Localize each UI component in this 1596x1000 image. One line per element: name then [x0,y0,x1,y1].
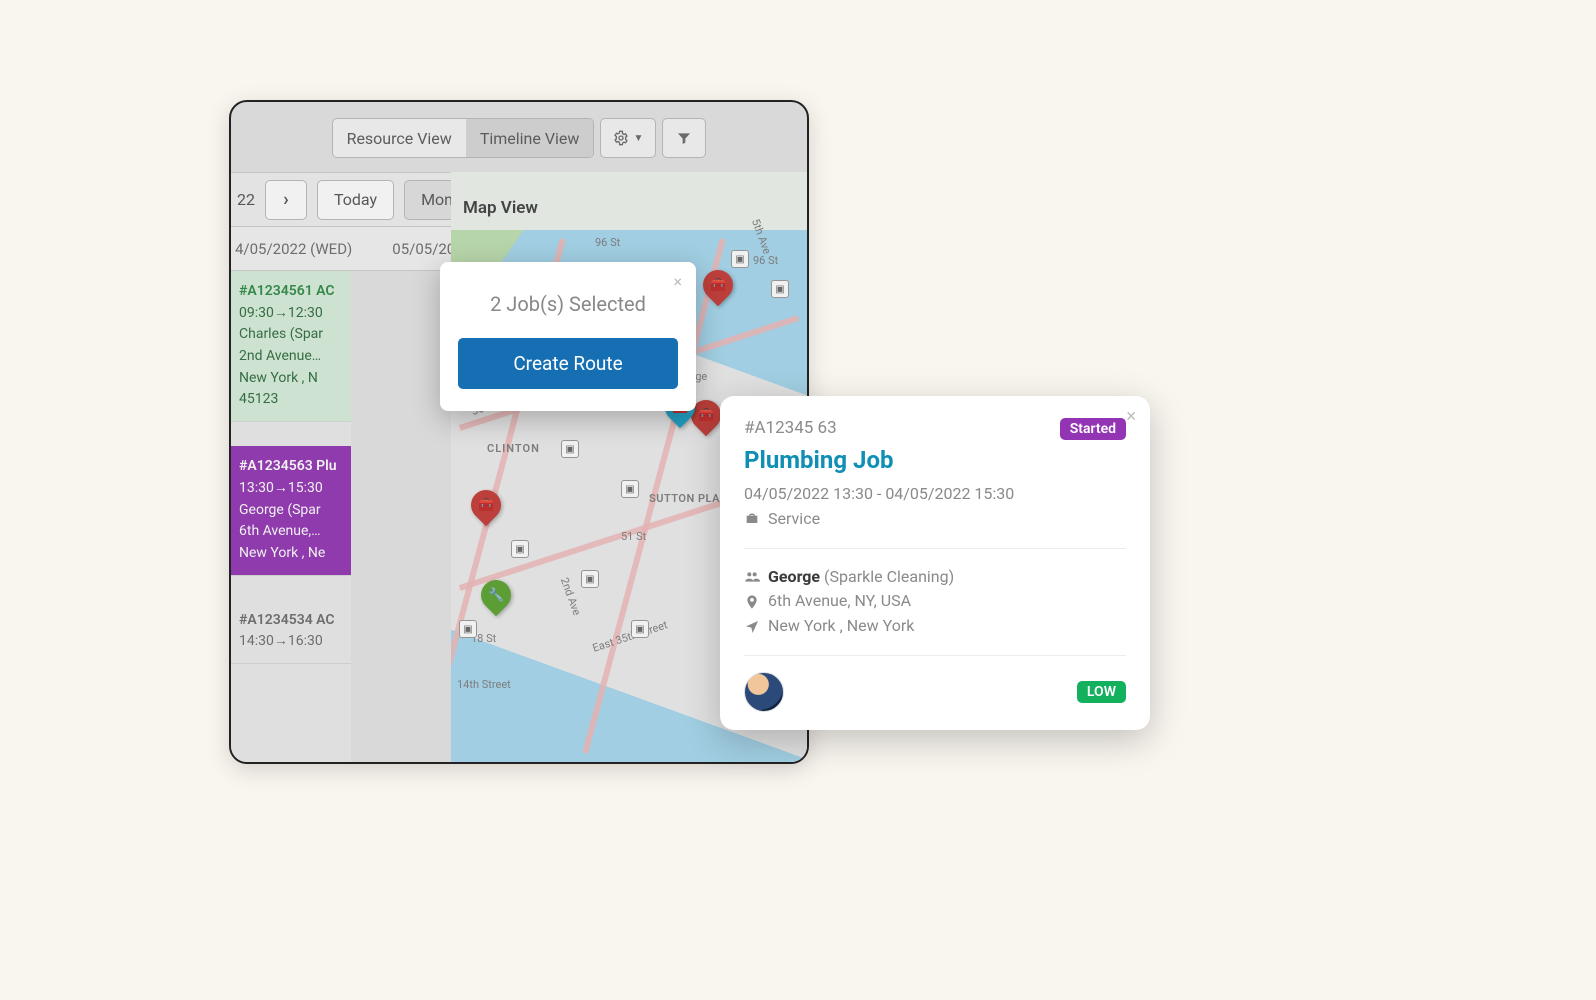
assignee-name: George [768,567,820,586]
job-sidebar: #A1234561 AC 09:30→12:30 Charles (Spar 2… [231,271,351,762]
date-col-1: 4/05/2022 (WED) [235,240,352,258]
assignee-company: (Sparkle Cleaning) [824,567,954,586]
street-label: 14th Street [457,678,511,691]
job-id: #A1234563 Plu [239,456,343,478]
job-card[interactable]: #A1234561 AC 09:30→12:30 Charles (Spar 2… [231,271,351,422]
job-id: #A1234534 AC [239,610,343,632]
street-label: 96 St [753,254,778,267]
street-label: 2nd Ave [558,576,584,617]
caret-down-icon: ▼ [633,133,643,144]
job-city: New York , N [239,368,343,390]
job-detail-card: × #A12345 63 Started Plumbing Job 04/05/… [720,396,1150,730]
transit-stop-icon: ▣ [581,570,599,588]
street-label: East 35th Street [591,618,669,654]
job-pin[interactable]: 🧰 [465,484,507,526]
avatar[interactable] [744,672,784,712]
street-label: 96 St [595,236,620,249]
briefcase-icon: 🧰 [710,278,726,293]
divider [744,655,1126,656]
close-button[interactable]: × [1126,406,1136,427]
briefcase-icon: 🧰 [478,498,494,513]
gear-icon [613,130,629,146]
transit-stop-icon: ▣ [561,440,579,458]
job-person: George (Spar [239,500,343,522]
close-icon: × [1126,406,1136,427]
priority-badge: LOW [1077,681,1126,703]
close-icon: × [673,272,682,291]
status-badge: Started [1060,418,1126,440]
date-fragment: 22 [235,190,255,209]
job-person: Charles (Spar [239,324,343,346]
map-title: Map View [463,198,538,218]
wrench-icon: 🔧 [488,588,504,603]
close-button[interactable]: × [673,272,682,291]
job-card[interactable]: #A1234534 AC 14:30→16:30 [231,600,351,664]
settings-button[interactable]: ▼ [600,118,656,158]
street-label: 5th Ave [749,217,774,256]
job-address: 6th Avenue,… [239,521,343,543]
location-arrow-icon [744,619,760,635]
job-type: Service [768,507,820,532]
transit-stop-icon: ▣ [511,540,529,558]
job-time: 14:30→16:30 [239,631,343,653]
transit-stop-icon: ▣ [771,280,789,298]
job-time: 13:30→15:30 [239,478,343,500]
resource-view-tab[interactable]: Resource View [333,119,466,157]
popup-headline: 2 Job(s) Selected [458,292,678,316]
briefcase-icon [744,511,760,527]
filter-button[interactable] [662,118,706,158]
transit-stop-icon: ▣ [731,250,749,268]
divider [744,548,1126,549]
job-title[interactable]: Plumbing Job [744,446,1126,474]
next-date-button[interactable]: › [265,180,307,220]
job-id: #A1234561 AC [239,281,343,303]
create-route-popup: × 2 Job(s) Selected Create Route [440,262,696,411]
job-id: #A12345 63 [744,418,837,438]
view-toolbar: Resource View Timeline View ▼ [231,112,807,164]
chevron-right-icon: › [283,189,288,210]
transit-stop-icon: ▣ [631,620,649,638]
briefcase-icon: 🧰 [698,408,714,423]
transit-stop-icon: ▣ [459,620,477,638]
street-label: 51 St [621,530,646,543]
pin-icon [744,594,760,610]
job-extra: 45123 [239,389,343,411]
job-card[interactable]: #A1234563 Plu 13:30→15:30 George (Spar 6… [231,446,351,575]
job-address: 6th Avenue, NY, USA [768,589,911,614]
job-time: 09:30→12:30 [239,303,343,325]
job-time-range: 04/05/2022 13:30 - 04/05/2022 15:30 [744,482,1126,507]
transit-stop-icon: ▣ [621,480,639,498]
view-toggle-group: Resource View Timeline View [332,118,595,158]
people-icon [744,569,760,585]
filter-icon [676,130,692,146]
timeline-view-tab[interactable]: Timeline View [466,119,594,157]
street-label: CLINTON [487,442,540,455]
create-route-button[interactable]: Create Route [458,338,678,389]
job-address: 2nd Avenue… [239,346,343,368]
job-city: New York , Ne [239,543,343,565]
today-button[interactable]: Today [317,180,394,220]
job-region: New York , New York [768,614,914,639]
